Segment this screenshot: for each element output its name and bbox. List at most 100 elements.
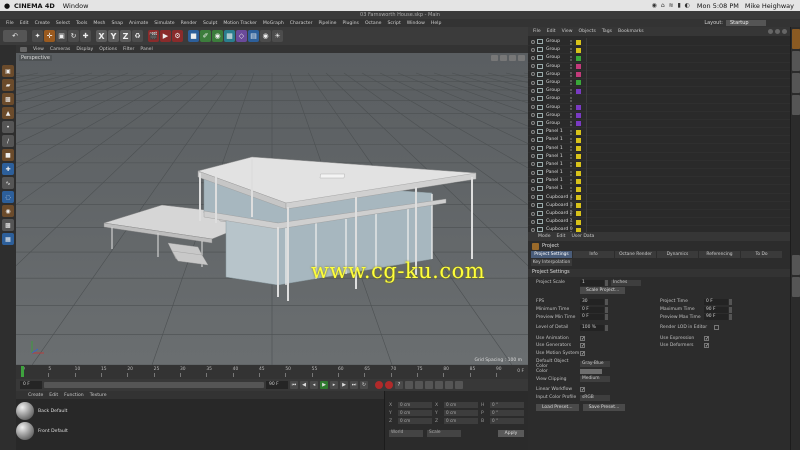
menu-pipeline[interactable]: Pipeline	[315, 21, 339, 26]
pos-y-field[interactable]: 0 cm	[398, 410, 432, 416]
viewport-menu-panel[interactable]: Panel	[140, 47, 152, 52]
recent-tool-icon[interactable]: ✚	[80, 30, 91, 42]
load-preset-button[interactable]: Load Preset...	[536, 403, 579, 411]
axis-z-button[interactable]: Z	[120, 30, 131, 42]
menu-help[interactable]: Help	[428, 21, 444, 26]
object-menu-view[interactable]: View	[562, 29, 573, 34]
array-icon[interactable]: ▦	[224, 30, 235, 42]
visibility-dots-icon[interactable]	[570, 105, 572, 110]
visibility-dots-icon[interactable]	[570, 170, 572, 176]
material-tag-icon[interactable]	[576, 64, 581, 70]
light-icon[interactable]: ☀	[272, 30, 283, 42]
material-tag-icon[interactable]	[576, 203, 581, 209]
menu-plugins[interactable]: Plugins	[339, 21, 361, 26]
user-name[interactable]: Mike Heighway	[745, 2, 794, 10]
visibility-dots-icon[interactable]	[570, 39, 572, 45]
object-filter-icon[interactable]	[775, 29, 780, 34]
visibility-dots-icon[interactable]	[570, 88, 572, 94]
object-row[interactable]: Group	[528, 70, 790, 79]
object-row[interactable]: Group	[528, 54, 790, 63]
scale-tool-icon[interactable]: ▣	[56, 30, 67, 42]
menu-sculpt[interactable]: Sculpt	[200, 21, 220, 26]
timeline-window-icon[interactable]	[455, 381, 463, 389]
timeline[interactable]: 0 5 10 15 20 25 30 35 40 45 50 55 60 65 70 75 80 85 90 0 F	[16, 365, 528, 379]
linear-workflow-checkbox[interactable]: ✓	[580, 387, 585, 393]
use-animation-checkbox[interactable]: ✓	[580, 335, 585, 341]
project-scale-unit-dropdown[interactable]: Inches	[611, 279, 641, 286]
expand-toggle-icon[interactable]	[531, 195, 535, 200]
project-scale-field[interactable]: 1	[580, 279, 604, 286]
visibility-dots-icon[interactable]	[570, 178, 572, 184]
expand-toggle-icon[interactable]	[531, 88, 535, 93]
visibility-dots-icon[interactable]	[570, 137, 572, 143]
object-row[interactable]: Group	[528, 62, 790, 71]
attr-menu-edit[interactable]: Edit	[557, 234, 566, 239]
use-expression-checkbox[interactable]: ✓	[704, 335, 709, 341]
object-row[interactable]: Panel 1	[528, 169, 790, 178]
tab-project-settings[interactable]: Project Settings	[531, 251, 572, 258]
menu-simulate[interactable]: Simulate	[151, 21, 177, 26]
render-view-icon[interactable]: 🎬	[148, 30, 159, 42]
visibility-dots-icon[interactable]	[570, 64, 572, 70]
sculpt-icon[interactable]: ◉	[2, 205, 14, 217]
move-tool-icon[interactable]: ✛	[44, 30, 55, 42]
material-tag-icon[interactable]	[576, 170, 581, 176]
view-clipping-dropdown[interactable]: Medium	[580, 376, 610, 383]
prev-frame-icon[interactable]: ◂	[310, 381, 318, 389]
object-row[interactable]: Panel 1	[528, 185, 790, 194]
rot-p-field[interactable]: 0 °	[490, 410, 524, 416]
content-browser-tab[interactable]	[791, 51, 800, 71]
render-lod-checkbox[interactable]	[714, 325, 719, 331]
expand-toggle-icon[interactable]	[531, 129, 535, 134]
material-front-default[interactable]: Front Default	[16, 421, 96, 441]
material-tag-icon[interactable]	[576, 195, 581, 201]
clock[interactable]: Mon 5:08 PM	[697, 2, 739, 10]
object-row[interactable]: Panel 1	[528, 128, 790, 137]
expand-toggle-icon[interactable]	[531, 55, 535, 60]
preview-max-field[interactable]: 90 F	[704, 314, 728, 321]
expand-toggle-icon[interactable]	[531, 113, 535, 118]
object-row[interactable]: Panel 1	[528, 152, 790, 161]
record-keys-icon[interactable]	[375, 381, 383, 389]
expand-toggle-icon[interactable]	[531, 137, 535, 142]
end-frame-field[interactable]: 90 F	[266, 381, 288, 389]
material-tag-icon[interactable]	[576, 55, 581, 61]
object-row[interactable]: Group	[528, 103, 790, 112]
tab-info[interactable]: Info	[573, 251, 614, 258]
material-tag-icon[interactable]	[576, 105, 581, 110]
pos-x-field[interactable]: 0 cm	[398, 402, 432, 408]
nurbs-icon[interactable]: ◉	[212, 30, 223, 42]
material-tag-icon[interactable]	[576, 80, 581, 86]
object-menu-bookmarks[interactable]: Bookmarks	[618, 29, 644, 34]
viewport-menu-filter[interactable]: Filter	[123, 47, 134, 52]
loop-icon[interactable]: ↻	[360, 381, 368, 389]
attr-menu-user-data[interactable]: User Data	[571, 234, 594, 239]
object-row[interactable]: Cupboard 4	[528, 193, 790, 202]
viewport-rotate-icon[interactable]	[509, 55, 516, 61]
key-rotation-icon[interactable]	[425, 381, 433, 389]
object-new-window-icon[interactable]	[782, 29, 787, 34]
go-to-end-icon[interactable]: ⏭	[350, 381, 358, 389]
size-y-field[interactable]: 0 cm	[444, 410, 478, 416]
layers-tab[interactable]	[791, 95, 800, 115]
visibility-dots-icon[interactable]	[570, 72, 572, 78]
key-scale-icon[interactable]	[415, 381, 423, 389]
object-row[interactable]: Cupboard 2	[528, 209, 790, 219]
material-tag-icon[interactable]	[576, 186, 581, 192]
camera-icon[interactable]: ◉	[260, 30, 271, 42]
key-pla-icon[interactable]	[445, 381, 453, 389]
rot-h-field[interactable]: 0 °	[490, 402, 524, 408]
tab-dynamics[interactable]: Dynamics	[657, 251, 698, 258]
object-row[interactable]: Cupboard 3	[528, 201, 790, 210]
object-row[interactable]: Group	[528, 111, 790, 120]
object-menu-file[interactable]: File	[533, 29, 541, 34]
tab-to-do[interactable]: To Do	[741, 251, 782, 258]
viewport-menu-cameras[interactable]: Cameras	[50, 47, 70, 52]
menu-octane[interactable]: Octane	[362, 21, 385, 26]
coord-size-dropdown[interactable]: Scale	[427, 430, 461, 437]
material-tag-icon[interactable]	[576, 121, 581, 127]
objects-tab[interactable]	[791, 29, 800, 49]
input-profile-dropdown[interactable]: sRGB	[580, 394, 610, 401]
rotate-tool-icon[interactable]: ↻	[68, 30, 79, 42]
visibility-dots-icon[interactable]	[570, 186, 572, 192]
